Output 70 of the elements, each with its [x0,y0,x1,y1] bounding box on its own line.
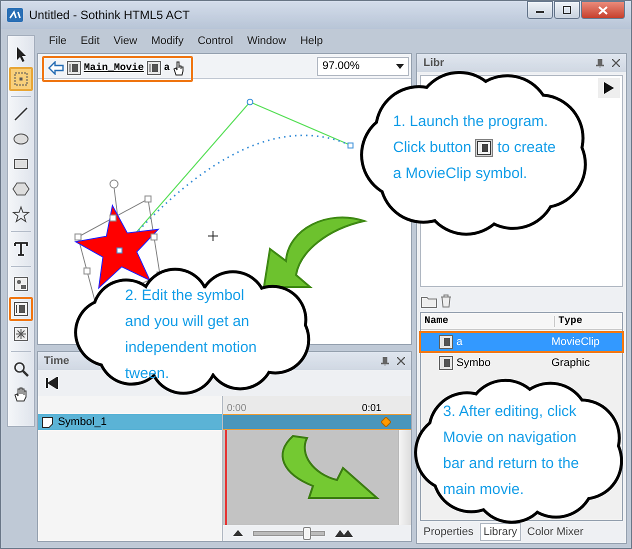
callout-text: 1. Launch the program. [393,112,548,132]
menu-item[interactable]: View [114,35,138,47]
menu-item[interactable]: Control [198,35,234,47]
slider-thumb[interactable] [303,526,312,540]
keyframe-icon [381,417,392,427]
transform-tool[interactable] [8,67,33,91]
callout-text: to create [497,138,556,158]
library-row[interactable]: Symbo Graphic [421,354,622,372]
time-label: 0:00 [226,403,246,414]
text-icon [12,240,30,258]
zoom-dropdown[interactable]: 97.00% [317,56,410,76]
line-icon [12,105,30,123]
star-icon [12,205,30,223]
crosshair-icon [207,230,218,242]
layer-row[interactable]: Symbol_1 [38,414,222,430]
menu-item[interactable]: File [48,35,67,47]
menu-item[interactable]: Modify [151,35,184,47]
symbol-icon [439,356,454,370]
play-icon [604,82,614,94]
image-icon [12,275,30,293]
play-button[interactable] [598,78,620,98]
trash-icon[interactable] [440,294,452,308]
maximize-button[interactable] [554,1,580,19]
panel-tab[interactable]: Properties [419,523,478,541]
zoom-in-icon[interactable] [334,530,353,536]
movieclip-icon [475,139,494,158]
close-icon [598,6,608,14]
asterisk-icon [12,325,30,343]
close-button[interactable] [581,1,625,19]
breadcrumb-link[interactable]: Main_Movie [84,62,144,74]
curved-arrow-icon [262,216,365,288]
panel-tab[interactable]: Color Mixer [523,523,588,541]
symbol-icon [439,335,454,349]
time-label: 0:01 [362,403,382,414]
folder-icon[interactable] [421,294,438,308]
hexagon-icon [12,180,30,198]
callout-text: 3. After editing, click Movie on navigation bar and return to the main movie. [443,403,579,498]
maximize-icon [562,6,572,14]
vertical-scrollbar[interactable] [398,430,412,525]
menu-item[interactable]: Window [247,35,286,47]
close-icon[interactable] [397,357,406,365]
back-arrow-icon[interactable] [48,61,64,75]
column-header[interactable]: Type [555,316,582,326]
movieclip-icon [66,61,81,75]
pin-icon[interactable] [596,58,604,68]
pin-icon[interactable] [381,356,390,366]
callout-text: Click button [393,138,472,158]
zoom-out-icon[interactable] [232,530,243,536]
close-icon[interactable] [612,59,620,67]
panel-tab[interactable]: Library [480,523,522,541]
app-logo-icon [7,8,23,22]
column-header[interactable]: Name [421,316,556,326]
panel-title: Libr [423,57,444,69]
callout-text: 2. Edit the symbol and you will get an independent motion tween. [125,287,257,382]
window-title: Untitled - Sothink HTML5 ACT [29,8,190,22]
movieclip-icon [12,300,30,318]
menu-item[interactable]: Help [300,35,323,47]
movieclip-tool[interactable] [8,297,33,321]
minimize-button[interactable] [527,1,553,19]
panel-title: Time [44,355,70,367]
layer-icon [42,416,53,428]
first-frame-icon[interactable] [46,377,58,389]
transform-icon [12,70,30,88]
caret-icon [396,64,404,68]
zoom-icon [12,360,30,378]
movieclip-icon [146,61,161,75]
breadcrumb-current: a [164,62,170,74]
menu-item[interactable]: Edit [80,35,100,47]
hand-cursor-icon [172,60,185,76]
callout-text: a MovieClip symbol. [393,164,528,184]
